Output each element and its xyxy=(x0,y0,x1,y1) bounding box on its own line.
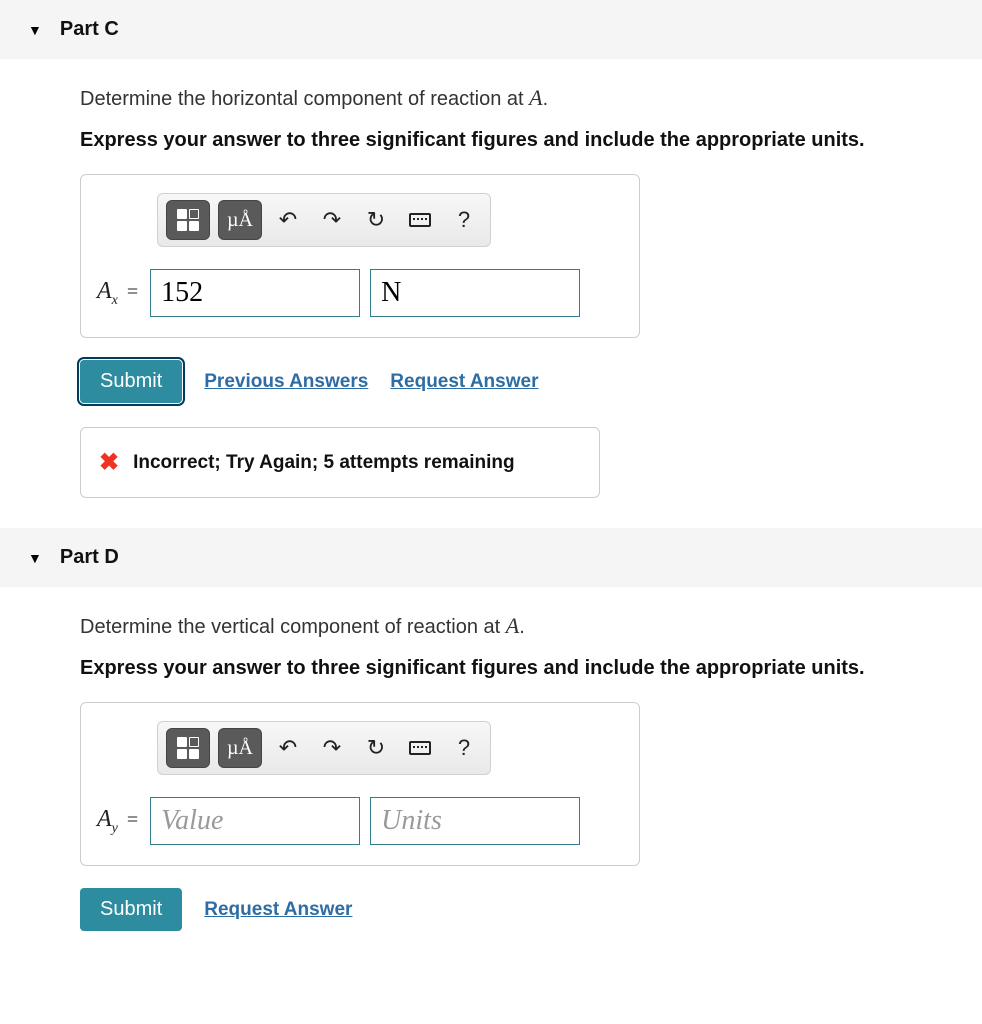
answer-row: Ay = xyxy=(97,797,623,845)
answer-card: µÅ ↶ ↷ ↻ ? Ay = xyxy=(80,702,640,866)
templates-icon[interactable] xyxy=(166,728,210,768)
var-sub: x xyxy=(112,292,118,307)
part-title: Part C xyxy=(60,18,119,41)
submit-button[interactable]: Submit xyxy=(80,360,182,403)
previous-answers-link[interactable]: Previous Answers xyxy=(204,371,368,393)
reset-icon[interactable]: ↻ xyxy=(358,200,394,240)
instructions: Express your answer to three significant… xyxy=(80,129,982,152)
units-input[interactable] xyxy=(370,797,580,845)
variable-label: Ax = xyxy=(97,278,140,309)
redo-icon[interactable]: ↷ xyxy=(314,200,350,240)
submit-row: Submit Previous Answers Request Answer xyxy=(80,360,982,403)
units-symbols-button[interactable]: µÅ xyxy=(218,728,262,768)
prompt-text: Determine the horizontal component of re… xyxy=(80,85,982,111)
part-body-c: Determine the horizontal component of re… xyxy=(0,59,982,528)
prompt-var: A xyxy=(529,85,542,110)
var-base: A xyxy=(97,806,112,832)
equation-toolbar: µÅ ↶ ↷ ↻ ? xyxy=(157,193,491,247)
part-body-d: Determine the vertical component of reac… xyxy=(0,587,982,985)
units-symbols-button[interactable]: µÅ xyxy=(218,200,262,240)
variable-label: Ay = xyxy=(97,806,140,837)
equation-toolbar: µÅ ↶ ↷ ↻ ? xyxy=(157,721,491,775)
prompt-prefix: Determine the horizontal component of re… xyxy=(80,88,529,110)
prompt-suffix: . xyxy=(543,88,549,110)
var-sub: y xyxy=(112,820,118,835)
part-header-d[interactable]: ▼ Part D xyxy=(0,528,982,587)
undo-icon[interactable]: ↶ xyxy=(270,200,306,240)
redo-icon[interactable]: ↷ xyxy=(314,728,350,768)
var-base: A xyxy=(97,278,112,304)
keyboard-icon[interactable] xyxy=(402,728,438,768)
answer-card: µÅ ↶ ↷ ↻ ? Ax = xyxy=(80,174,640,338)
prompt-suffix: . xyxy=(519,616,525,638)
feedback-text: Incorrect; Try Again; 5 attempts remaini… xyxy=(133,452,515,474)
prompt-text: Determine the vertical component of reac… xyxy=(80,613,982,639)
help-icon[interactable]: ? xyxy=(446,200,482,240)
units-input[interactable] xyxy=(370,269,580,317)
help-icon[interactable]: ? xyxy=(446,728,482,768)
collapse-icon: ▼ xyxy=(28,550,42,566)
prompt-prefix: Determine the vertical component of reac… xyxy=(80,616,506,638)
part-header-c[interactable]: ▼ Part C xyxy=(0,0,982,59)
request-answer-link[interactable]: Request Answer xyxy=(390,371,538,393)
request-answer-link[interactable]: Request Answer xyxy=(204,899,352,921)
reset-icon[interactable]: ↻ xyxy=(358,728,394,768)
templates-icon[interactable] xyxy=(166,200,210,240)
undo-icon[interactable]: ↶ xyxy=(270,728,306,768)
value-input[interactable] xyxy=(150,269,360,317)
feedback-card: ✖ Incorrect; Try Again; 5 attempts remai… xyxy=(80,427,600,498)
keyboard-icon[interactable] xyxy=(402,200,438,240)
prompt-var: A xyxy=(506,613,519,638)
value-input[interactable] xyxy=(150,797,360,845)
incorrect-icon: ✖ xyxy=(99,448,119,477)
answer-row: Ax = xyxy=(97,269,623,317)
instructions: Express your answer to three significant… xyxy=(80,657,982,680)
collapse-icon: ▼ xyxy=(28,22,42,38)
submit-button[interactable]: Submit xyxy=(80,888,182,931)
part-title: Part D xyxy=(60,546,119,569)
submit-row: Submit Request Answer xyxy=(80,888,982,931)
